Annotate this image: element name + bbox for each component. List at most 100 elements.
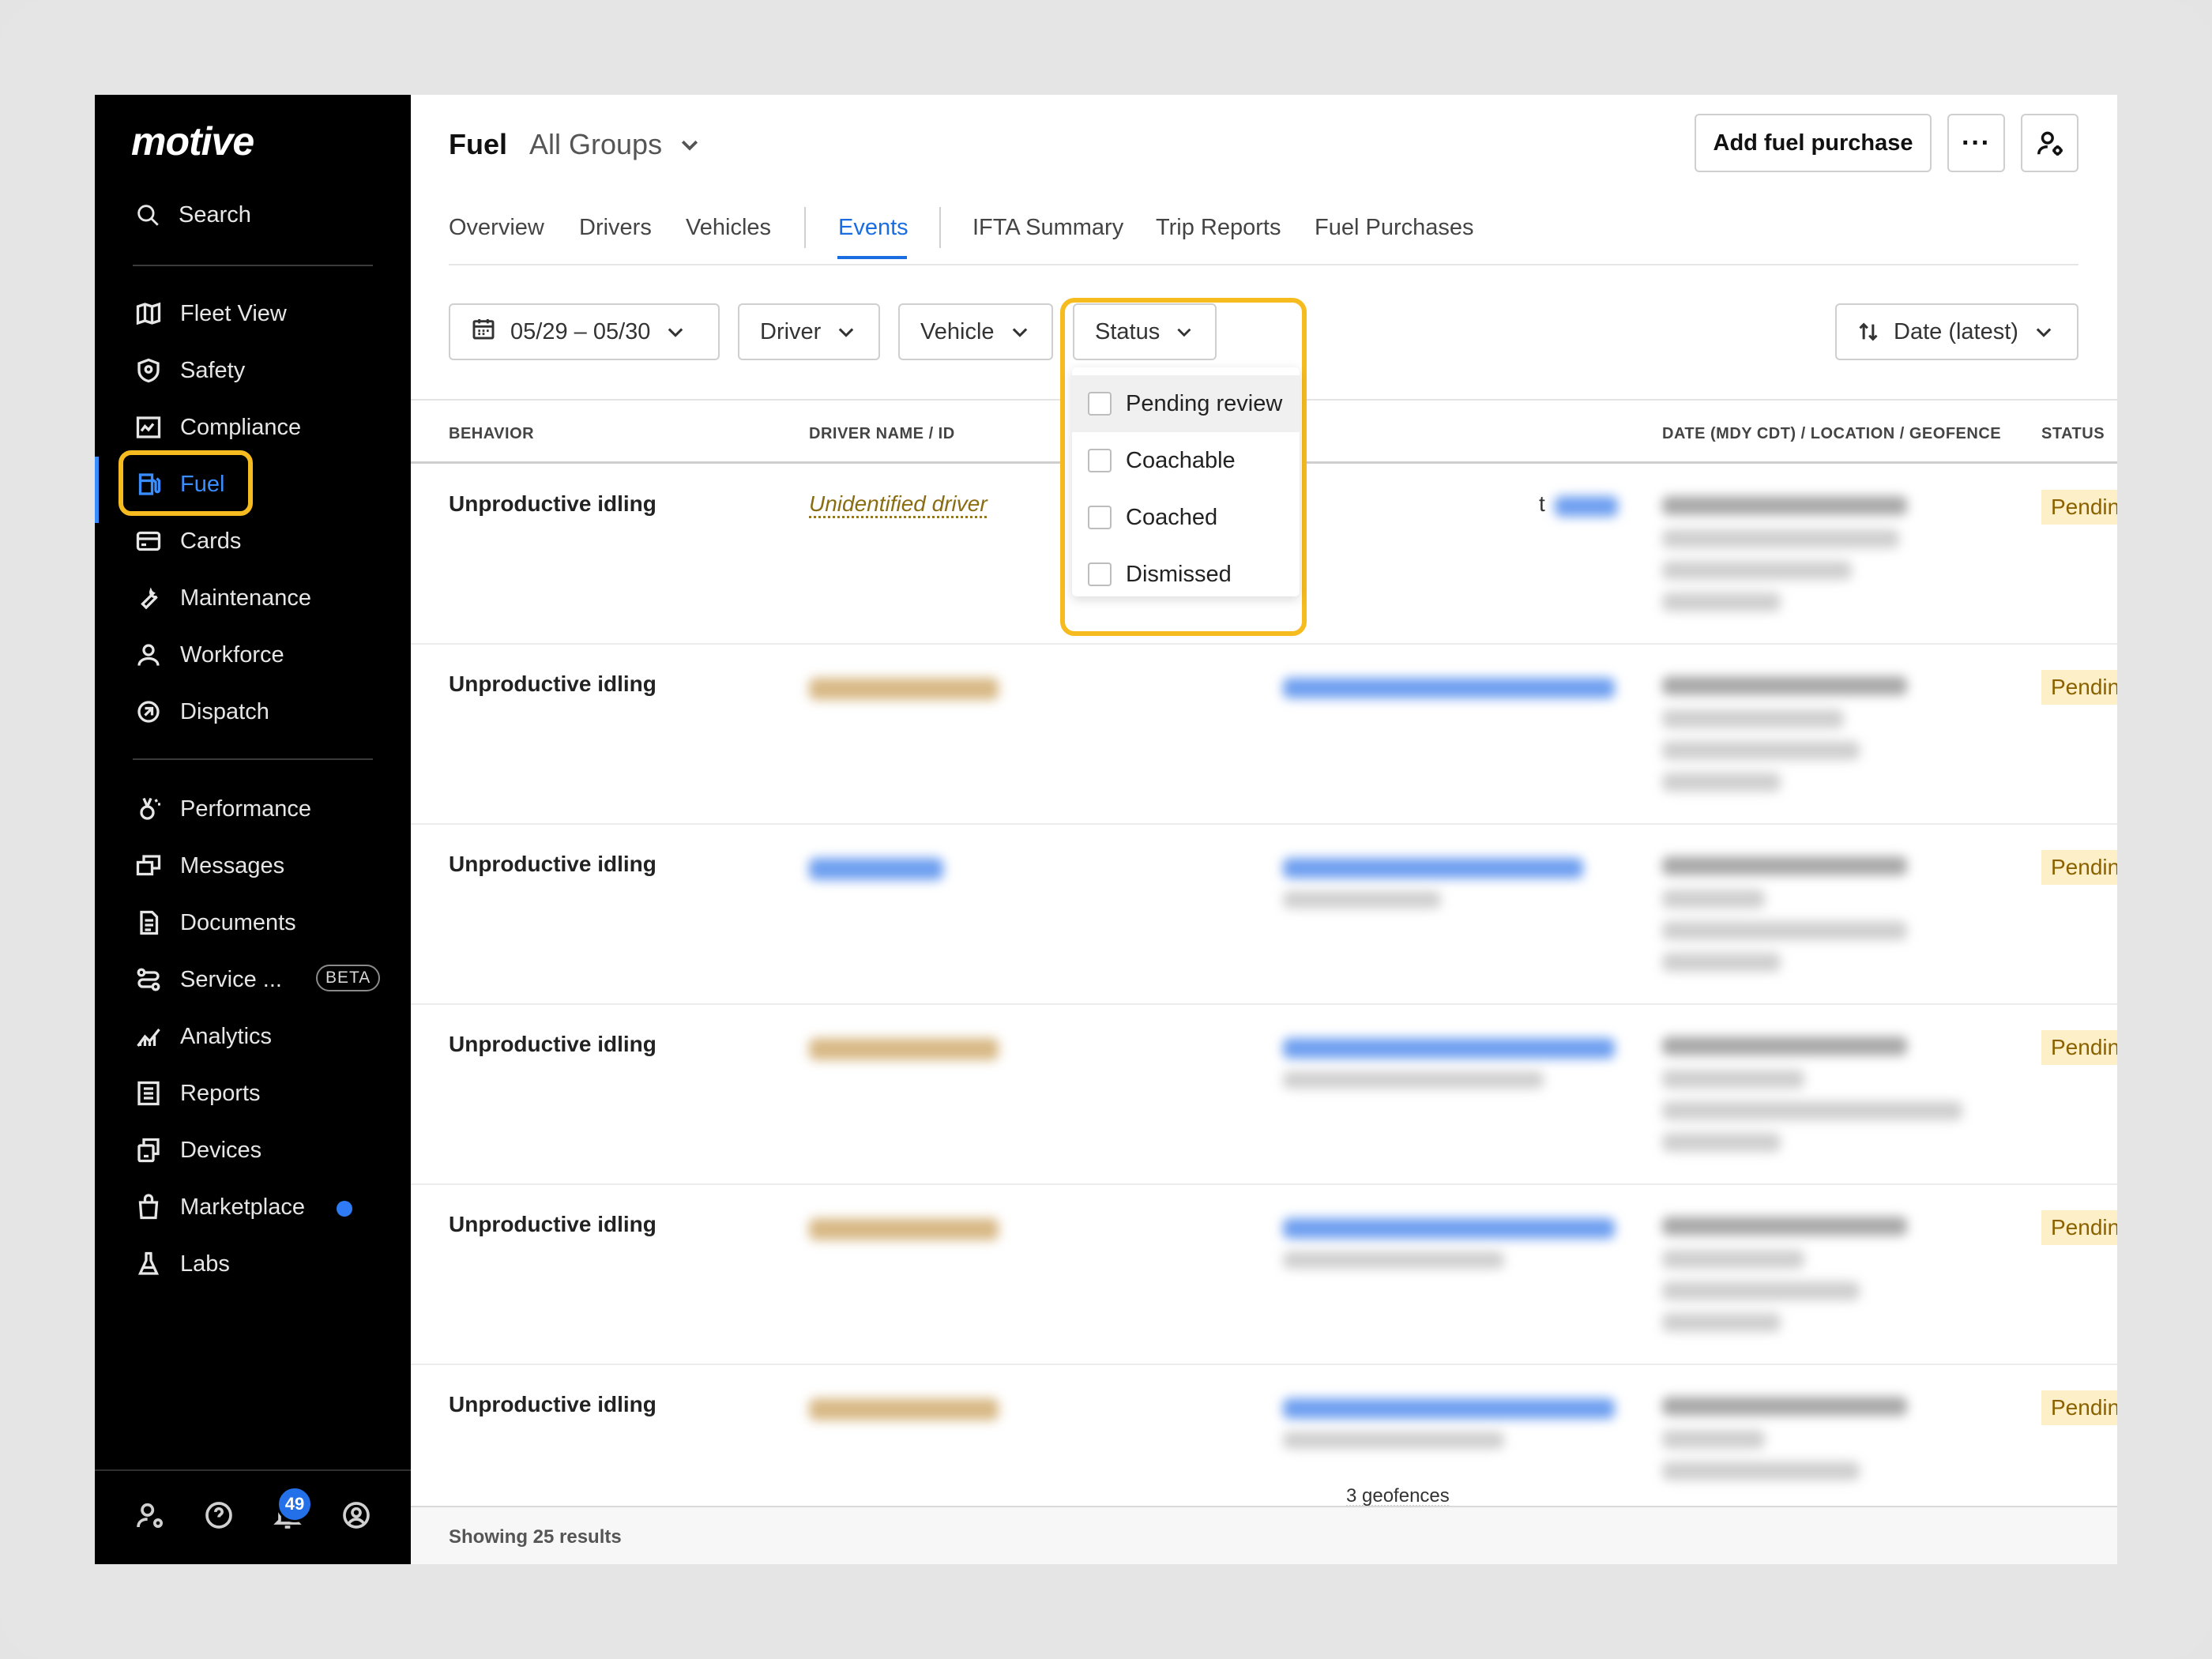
chevron-down-icon	[668, 328, 683, 337]
sidebar-item-messages[interactable]: Messages	[134, 846, 284, 886]
user-settings-button[interactable]	[134, 1499, 166, 1531]
column-header-driver[interactable]: DRIVER NAME / ID	[809, 425, 955, 443]
account-icon	[343, 1502, 370, 1529]
redacted-driver	[809, 858, 943, 880]
redacted-location	[1662, 1070, 1804, 1089]
redacted-geofence	[1662, 592, 1781, 611]
screenshot-frame: motive Search Fleet View Safety Complian…	[0, 0, 2212, 1659]
table-row[interactable]: Unproductive idling Pending review	[411, 1365, 2117, 1506]
app-window: motive Search Fleet View Safety Complian…	[95, 95, 2117, 1564]
vehicle-filter[interactable]: Vehicle	[898, 303, 1053, 360]
medal-icon	[140, 797, 160, 820]
sort-select[interactable]: Date (latest)	[1835, 303, 2078, 360]
date-range-filter[interactable]: 05/29 – 05/30	[449, 303, 720, 360]
redacted-location	[1662, 741, 1860, 760]
sidebar-item-performance[interactable]: Performance	[134, 789, 311, 829]
column-header-status[interactable]: STATUS	[2041, 425, 2105, 443]
sidebar-item-devices[interactable]: Devices	[134, 1130, 261, 1170]
sidebar-search[interactable]: Search	[134, 201, 251, 228]
sidebar-item-label: Cards	[180, 528, 242, 554]
tab-trip-reports[interactable]: Trip Reports	[1156, 215, 1281, 241]
sidebar: motive Search Fleet View Safety Complian…	[95, 95, 411, 1564]
status-badge: Pending review	[2041, 1210, 2117, 1245]
account-button[interactable]	[340, 1499, 372, 1531]
calendar-icon	[472, 319, 495, 340]
column-header-date-location[interactable]: DATE (MDY CDT) / LOCATION / GEOFENCE	[1662, 425, 2001, 443]
sidebar-item-labs[interactable]: Labs	[134, 1244, 230, 1284]
status-option-coachable[interactable]: Coachable	[1072, 432, 1300, 489]
checkbox[interactable]	[1088, 506, 1112, 529]
status-filter[interactable]: Status	[1073, 303, 1217, 360]
driver-filter-label: Driver	[760, 318, 822, 344]
sidebar-item-safety[interactable]: Safety	[134, 351, 245, 390]
sidebar-item-label: Safety	[180, 357, 246, 383]
more-options-button[interactable]: ···	[1947, 114, 2005, 172]
redacted-location	[1662, 709, 1844, 728]
status-option-coached[interactable]: Coached	[1072, 489, 1300, 546]
sidebar-item-marketplace[interactable]: Marketplace	[134, 1187, 305, 1227]
sidebar-item-fleet-view[interactable]: Fleet View	[134, 294, 287, 333]
flask-icon	[137, 1251, 160, 1275]
tab-ifta-summary[interactable]: IFTA Summary	[972, 215, 1123, 241]
status-option-pending-review[interactable]: Pending review	[1072, 375, 1300, 432]
status-dropdown-menu: Pending review Coachable Coached Dismiss…	[1072, 367, 1300, 596]
sidebar-item-dispatch[interactable]: Dispatch	[134, 692, 269, 732]
page-title: Fuel	[449, 128, 508, 160]
redacted-vehicle	[1555, 496, 1618, 517]
checkbox[interactable]	[1088, 392, 1112, 416]
group-selector[interactable]: All Groups	[529, 128, 702, 161]
redacted-driver	[809, 1398, 999, 1420]
tab-fuel-purchases[interactable]: Fuel Purchases	[1315, 215, 1474, 241]
sidebar-item-label: Service ...	[180, 966, 282, 992]
sidebar-item-reports[interactable]: Reports	[134, 1074, 261, 1113]
help-button[interactable]	[203, 1499, 235, 1531]
table-row[interactable]: Unproductive idling Pending review	[411, 645, 2117, 825]
new-indicator-dot	[337, 1201, 352, 1217]
motive-logo[interactable]: motive	[131, 118, 254, 164]
redacted-driver	[809, 678, 999, 700]
vehicle-filter-label: Vehicle	[920, 318, 995, 344]
column-header-behavior[interactable]: BEHAVIOR	[449, 425, 534, 443]
tab-events[interactable]: Events	[838, 215, 908, 241]
table-row[interactable]: Unproductive idling Pending review	[411, 1005, 2117, 1185]
sidebar-item-service[interactable]: Service ...	[134, 960, 282, 999]
checkbox[interactable]	[1088, 449, 1112, 472]
notification-count-badge: 49	[276, 1486, 313, 1522]
behavior-cell: Unproductive idling	[449, 491, 656, 516]
sidebar-item-compliance[interactable]: Compliance	[134, 408, 301, 447]
add-fuel-purchase-button[interactable]: Add fuel purchase	[1695, 114, 1932, 172]
table-footer: Showing 25 results	[411, 1506, 2117, 1564]
option-label: Coached	[1126, 504, 1218, 530]
sidebar-item-documents[interactable]: Documents	[134, 903, 296, 942]
tab-overview[interactable]: Overview	[449, 215, 544, 241]
sidebar-item-label: Marketplace	[180, 1194, 305, 1220]
driver-link[interactable]: Unidentified driver	[809, 491, 988, 517]
analytics-icon	[137, 1028, 160, 1047]
help-icon	[205, 1502, 232, 1529]
map-icon	[136, 302, 161, 325]
messages-icon	[136, 855, 161, 876]
driver-filter[interactable]: Driver	[738, 303, 880, 360]
active-tab-underline	[837, 256, 907, 259]
redacted-geofence	[1662, 1313, 1781, 1332]
chevron-down-icon	[839, 328, 854, 337]
sidebar-item-label: Reports	[180, 1080, 261, 1106]
geofences-link[interactable]: 3 geofences	[1346, 1485, 1450, 1507]
wrench-icon	[141, 587, 158, 610]
redacted-vehicle-id	[1283, 891, 1441, 908]
sidebar-item-analytics[interactable]: Analytics	[134, 1017, 272, 1056]
table-row[interactable]: Unproductive idling Pending review	[411, 1185, 2117, 1365]
chevron-down-icon	[682, 140, 698, 151]
status-option-dismissed[interactable]: Dismissed	[1072, 546, 1300, 603]
sidebar-item-cards[interactable]: Cards	[134, 521, 241, 561]
option-label: Dismissed	[1126, 561, 1232, 587]
tab-vehicles[interactable]: Vehicles	[686, 215, 771, 241]
user-settings-header-button[interactable]	[2021, 114, 2078, 172]
table-row[interactable]: Unproductive idling Pending review	[411, 825, 2117, 1005]
partial-text: t	[1539, 491, 1545, 516]
search-label: Search	[179, 201, 251, 228]
tab-drivers[interactable]: Drivers	[579, 215, 652, 241]
checkbox[interactable]	[1088, 562, 1112, 586]
sidebar-item-workforce[interactable]: Workforce	[134, 635, 284, 675]
sidebar-item-maintenance[interactable]: Maintenance	[134, 578, 311, 618]
